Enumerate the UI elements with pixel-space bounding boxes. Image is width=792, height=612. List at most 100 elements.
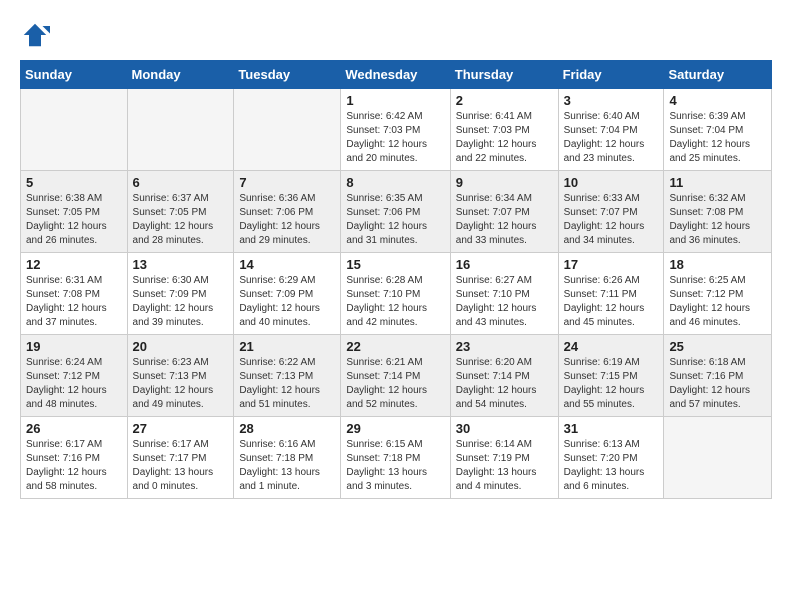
day-info: Sunrise: 6:22 AM Sunset: 7:13 PM Dayligh…	[239, 356, 335, 412]
day-header-thursday: Thursday	[450, 61, 558, 89]
calendar-week-3: 12 Sunrise: 6:31 AM Sunset: 7:08 PM Dayli…	[21, 253, 772, 335]
day-info: Sunrise: 6:17 AM Sunset: 7:16 PM Dayligh…	[26, 438, 122, 494]
day-info: Sunrise: 6:38 AM Sunset: 7:05 PM Dayligh…	[26, 192, 122, 248]
day-number: 6	[133, 175, 229, 190]
calendar-cell: 2 Sunrise: 6:41 AM Sunset: 7:03 PM Daylig…	[450, 89, 558, 171]
day-info: Sunrise: 6:36 AM Sunset: 7:06 PM Dayligh…	[239, 192, 335, 248]
day-header-monday: Monday	[127, 61, 234, 89]
day-number: 19	[26, 339, 122, 354]
day-info: Sunrise: 6:24 AM Sunset: 7:12 PM Dayligh…	[26, 356, 122, 412]
day-info: Sunrise: 6:20 AM Sunset: 7:14 PM Dayligh…	[456, 356, 553, 412]
calendar-cell: 10 Sunrise: 6:33 AM Sunset: 7:07 PM Dayli…	[558, 171, 664, 253]
calendar-cell: 12 Sunrise: 6:31 AM Sunset: 7:08 PM Dayli…	[21, 253, 128, 335]
day-number: 29	[346, 421, 444, 436]
calendar-header-row: SundayMondayTuesdayWednesdayThursdayFrid…	[21, 61, 772, 89]
day-number: 9	[456, 175, 553, 190]
day-number: 16	[456, 257, 553, 272]
calendar-week-2: 5Sunrise: 6:38 AM Sunset: 7:05 PM Daylig…	[21, 171, 772, 253]
day-info: Sunrise: 6:17 AM Sunset: 7:17 PM Dayligh…	[133, 438, 229, 494]
day-number: 12	[26, 257, 122, 272]
calendar-cell: 24 Sunrise: 6:19 AM Sunset: 7:15 PM Dayli…	[558, 335, 664, 417]
calendar-cell: 18Sunrise: 6:25 AM Sunset: 7:12 PM Dayli…	[664, 253, 772, 335]
day-info: Sunrise: 6:35 AM Sunset: 7:06 PM Dayligh…	[346, 192, 444, 248]
day-header-tuesday: Tuesday	[234, 61, 341, 89]
calendar-cell: 26 Sunrise: 6:17 AM Sunset: 7:16 PM Dayli…	[21, 417, 128, 499]
day-number: 1	[346, 93, 444, 108]
day-number: 11	[669, 175, 766, 190]
calendar-week-4: 19 Sunrise: 6:24 AM Sunset: 7:12 PM Dayli…	[21, 335, 772, 417]
day-info: Sunrise: 6:41 AM Sunset: 7:03 PM Dayligh…	[456, 110, 553, 166]
day-info: Sunrise: 6:13 AM Sunset: 7:20 PM Dayligh…	[564, 438, 659, 494]
day-info: Sunrise: 6:33 AM Sunset: 7:07 PM Dayligh…	[564, 192, 659, 248]
day-number: 4	[669, 93, 766, 108]
day-number: 23	[456, 339, 553, 354]
logo	[20, 20, 54, 50]
day-number: 7	[239, 175, 335, 190]
calendar-cell: 29 Sunrise: 6:15 AM Sunset: 7:18 PM Dayli…	[341, 417, 450, 499]
day-number: 17	[564, 257, 659, 272]
calendar-cell: 7 Sunrise: 6:36 AM Sunset: 7:06 PM Daylig…	[234, 171, 341, 253]
calendar-cell	[21, 89, 128, 171]
day-info: Sunrise: 6:31 AM Sunset: 7:08 PM Dayligh…	[26, 274, 122, 330]
day-info: Sunrise: 6:29 AM Sunset: 7:09 PM Dayligh…	[239, 274, 335, 330]
day-number: 31	[564, 421, 659, 436]
day-number: 20	[133, 339, 229, 354]
day-info: Sunrise: 6:40 AM Sunset: 7:04 PM Dayligh…	[564, 110, 659, 166]
day-info: Sunrise: 6:39 AM Sunset: 7:04 PM Dayligh…	[669, 110, 766, 166]
day-info: Sunrise: 6:27 AM Sunset: 7:10 PM Dayligh…	[456, 274, 553, 330]
calendar-cell: 8 Sunrise: 6:35 AM Sunset: 7:06 PM Daylig…	[341, 171, 450, 253]
day-info: Sunrise: 6:16 AM Sunset: 7:18 PM Dayligh…	[239, 438, 335, 494]
calendar-cell: 31 Sunrise: 6:13 AM Sunset: 7:20 PM Dayli…	[558, 417, 664, 499]
calendar-cell: 4 Sunrise: 6:39 AM Sunset: 7:04 PM Daylig…	[664, 89, 772, 171]
day-info: Sunrise: 6:37 AM Sunset: 7:05 PM Dayligh…	[133, 192, 229, 248]
day-number: 8	[346, 175, 444, 190]
calendar-cell: 22 Sunrise: 6:21 AM Sunset: 7:14 PM Dayli…	[341, 335, 450, 417]
day-info: Sunrise: 6:19 AM Sunset: 7:15 PM Dayligh…	[564, 356, 659, 412]
calendar-cell: 28 Sunrise: 6:16 AM Sunset: 7:18 PM Dayli…	[234, 417, 341, 499]
day-info: Sunrise: 6:34 AM Sunset: 7:07 PM Dayligh…	[456, 192, 553, 248]
calendar-cell: 19 Sunrise: 6:24 AM Sunset: 7:12 PM Dayli…	[21, 335, 128, 417]
day-number: 24	[564, 339, 659, 354]
day-info: Sunrise: 6:23 AM Sunset: 7:13 PM Dayligh…	[133, 356, 229, 412]
day-header-friday: Friday	[558, 61, 664, 89]
day-info: Sunrise: 6:21 AM Sunset: 7:14 PM Dayligh…	[346, 356, 444, 412]
calendar-cell: 14 Sunrise: 6:29 AM Sunset: 7:09 PM Dayli…	[234, 253, 341, 335]
calendar-cell: 20 Sunrise: 6:23 AM Sunset: 7:13 PM Dayli…	[127, 335, 234, 417]
day-info: Sunrise: 6:14 AM Sunset: 7:19 PM Dayligh…	[456, 438, 553, 494]
calendar-cell: 13Sunrise: 6:30 AM Sunset: 7:09 PM Dayli…	[127, 253, 234, 335]
day-number: 2	[456, 93, 553, 108]
calendar-cell: 9 Sunrise: 6:34 AM Sunset: 7:07 PM Daylig…	[450, 171, 558, 253]
calendar-cell: 11 Sunrise: 6:32 AM Sunset: 7:08 PM Dayli…	[664, 171, 772, 253]
calendar-cell: 25Sunrise: 6:18 AM Sunset: 7:16 PM Dayli…	[664, 335, 772, 417]
day-info: Sunrise: 6:26 AM Sunset: 7:11 PM Dayligh…	[564, 274, 659, 330]
day-number: 13	[133, 257, 229, 272]
day-info: Sunrise: 6:32 AM Sunset: 7:08 PM Dayligh…	[669, 192, 766, 248]
day-header-sunday: Sunday	[21, 61, 128, 89]
calendar-week-1: 1 Sunrise: 6:42 AM Sunset: 7:03 PM Daylig…	[21, 89, 772, 171]
day-number: 21	[239, 339, 335, 354]
day-number: 15	[346, 257, 444, 272]
day-info: Sunrise: 6:15 AM Sunset: 7:18 PM Dayligh…	[346, 438, 444, 494]
day-number: 26	[26, 421, 122, 436]
calendar-cell: 3Sunrise: 6:40 AM Sunset: 7:04 PM Daylig…	[558, 89, 664, 171]
day-info: Sunrise: 6:42 AM Sunset: 7:03 PM Dayligh…	[346, 110, 444, 166]
calendar-week-5: 26 Sunrise: 6:17 AM Sunset: 7:16 PM Dayli…	[21, 417, 772, 499]
calendar-cell: 15 Sunrise: 6:28 AM Sunset: 7:10 PM Dayli…	[341, 253, 450, 335]
day-header-wednesday: Wednesday	[341, 61, 450, 89]
calendar-cell: 16 Sunrise: 6:27 AM Sunset: 7:10 PM Dayli…	[450, 253, 558, 335]
calendar-cell: 21 Sunrise: 6:22 AM Sunset: 7:13 PM Dayli…	[234, 335, 341, 417]
calendar-cell: 5Sunrise: 6:38 AM Sunset: 7:05 PM Daylig…	[21, 171, 128, 253]
calendar: SundayMondayTuesdayWednesdayThursdayFrid…	[20, 60, 772, 499]
calendar-cell: 6 Sunrise: 6:37 AM Sunset: 7:05 PM Daylig…	[127, 171, 234, 253]
day-number: 10	[564, 175, 659, 190]
day-number: 22	[346, 339, 444, 354]
logo-icon	[20, 20, 50, 50]
day-number: 14	[239, 257, 335, 272]
calendar-cell	[234, 89, 341, 171]
day-info: Sunrise: 6:28 AM Sunset: 7:10 PM Dayligh…	[346, 274, 444, 330]
day-number: 30	[456, 421, 553, 436]
day-number: 28	[239, 421, 335, 436]
calendar-cell: 1 Sunrise: 6:42 AM Sunset: 7:03 PM Daylig…	[341, 89, 450, 171]
page-header	[20, 20, 772, 50]
day-info: Sunrise: 6:25 AM Sunset: 7:12 PM Dayligh…	[669, 274, 766, 330]
